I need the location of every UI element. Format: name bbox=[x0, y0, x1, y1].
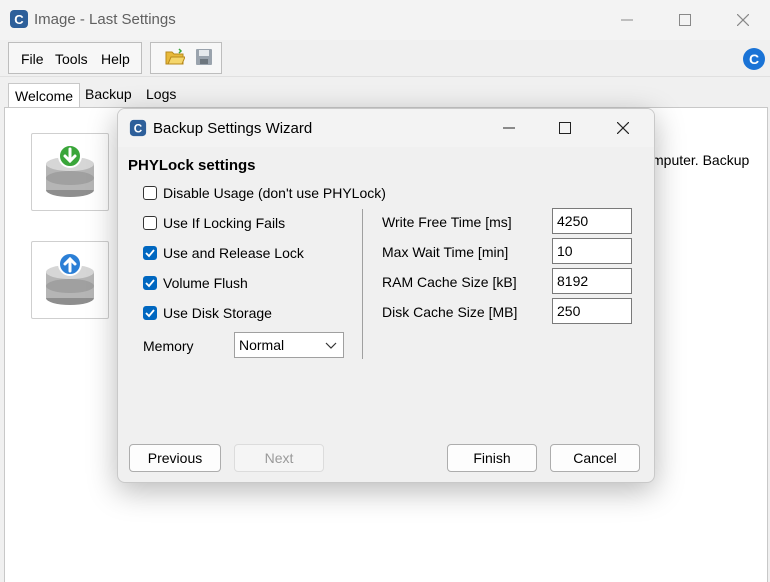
dialog-maximize-button[interactable] bbox=[542, 114, 588, 142]
disk-cache-size-label: Disk Cache Size [MB] bbox=[382, 304, 518, 320]
maximize-button[interactable] bbox=[662, 6, 708, 34]
checkbox-label: Use and Release Lock bbox=[163, 245, 304, 261]
backup-settings-dialog: C Backup Settings Wizard PHYLock setting… bbox=[117, 108, 655, 483]
dialog-app-icon: C bbox=[129, 119, 147, 137]
checkmark-icon bbox=[145, 279, 155, 288]
svg-text:C: C bbox=[14, 12, 24, 27]
previous-button[interactable]: Previous bbox=[129, 444, 221, 472]
save-icon[interactable] bbox=[195, 48, 213, 69]
dialog-title-bar: C Backup Settings Wizard bbox=[118, 109, 654, 147]
cancel-button[interactable]: Cancel bbox=[550, 444, 640, 472]
next-button[interactable]: Next bbox=[234, 444, 324, 472]
dialog-title: Backup Settings Wizard bbox=[153, 120, 313, 137]
dialog-close-button[interactable] bbox=[600, 114, 646, 142]
checkmark-icon bbox=[145, 249, 155, 258]
tab-backup[interactable]: Backup bbox=[79, 82, 138, 107]
checkbox-box[interactable] bbox=[143, 186, 157, 200]
checkbox-use-disk-storage[interactable]: Use Disk Storage bbox=[143, 305, 272, 321]
app-logo-icon: C bbox=[9, 9, 29, 29]
max-wait-time-input[interactable] bbox=[552, 238, 632, 264]
tool-bar bbox=[150, 42, 222, 74]
finish-button[interactable]: Finish bbox=[447, 444, 537, 472]
svg-text:C: C bbox=[134, 123, 143, 136]
checkbox-label: Disable Usage (don't use PHYLock) bbox=[163, 185, 386, 201]
backup-database-icon bbox=[46, 252, 94, 305]
close-button[interactable] bbox=[720, 6, 766, 34]
tab-welcome[interactable]: Welcome bbox=[8, 83, 81, 109]
window-title: Image - Last Settings bbox=[34, 11, 176, 28]
checkbox-use-and-release-lock[interactable]: Use and Release Lock bbox=[143, 245, 304, 261]
checkbox-disable-usage[interactable]: Disable Usage (don't use PHYLock) bbox=[143, 185, 386, 201]
backup-button[interactable] bbox=[31, 241, 109, 319]
checkbox-label: Use If Locking Fails bbox=[163, 215, 286, 231]
disk-cache-size-input[interactable] bbox=[552, 298, 632, 324]
checkbox-label: Use Disk Storage bbox=[163, 305, 272, 321]
max-wait-time-label: Max Wait Time [min] bbox=[382, 244, 509, 260]
checkbox-label: Volume Flush bbox=[163, 275, 248, 291]
memory-select[interactable]: Normal bbox=[234, 332, 344, 358]
menu-tools[interactable]: Tools bbox=[55, 51, 88, 67]
section-title: PHYLock settings bbox=[128, 157, 256, 174]
checkbox-box[interactable] bbox=[143, 276, 157, 290]
dialog-minimize-button[interactable] bbox=[486, 114, 532, 142]
checkbox-box[interactable] bbox=[143, 306, 157, 320]
vertical-divider bbox=[362, 209, 363, 359]
minimize-button[interactable] bbox=[604, 6, 650, 34]
checkmark-icon bbox=[145, 309, 155, 318]
restore-database-icon bbox=[46, 144, 94, 197]
ram-cache-size-label: RAM Cache Size [kB] bbox=[382, 274, 517, 290]
checkbox-box[interactable] bbox=[143, 216, 157, 230]
ram-cache-size-input[interactable] bbox=[552, 268, 632, 294]
menu-help[interactable]: Help bbox=[101, 51, 130, 67]
welcome-description-text: mputer. Backup bbox=[652, 152, 750, 168]
checkbox-box[interactable] bbox=[143, 246, 157, 260]
app-brand-icon: C bbox=[742, 47, 766, 74]
svg-text:C: C bbox=[749, 51, 759, 67]
checkbox-volume-flush[interactable]: Volume Flush bbox=[143, 275, 248, 291]
menu-bar: File Tools Help bbox=[8, 42, 142, 74]
main-title-bar: C Image - Last Settings bbox=[0, 0, 770, 40]
memory-label: Memory bbox=[143, 338, 194, 354]
restore-button[interactable] bbox=[31, 133, 109, 211]
menu-file[interactable]: File bbox=[21, 51, 44, 67]
open-folder-icon[interactable] bbox=[165, 48, 186, 69]
tab-logs[interactable]: Logs bbox=[140, 82, 182, 107]
checkbox-use-if-locking-fails[interactable]: Use If Locking Fails bbox=[143, 215, 285, 231]
chevron-down-icon bbox=[325, 342, 337, 349]
write-free-time-label: Write Free Time [ms] bbox=[382, 214, 512, 230]
write-free-time-input[interactable] bbox=[552, 208, 632, 234]
memory-select-value: Normal bbox=[239, 337, 285, 353]
